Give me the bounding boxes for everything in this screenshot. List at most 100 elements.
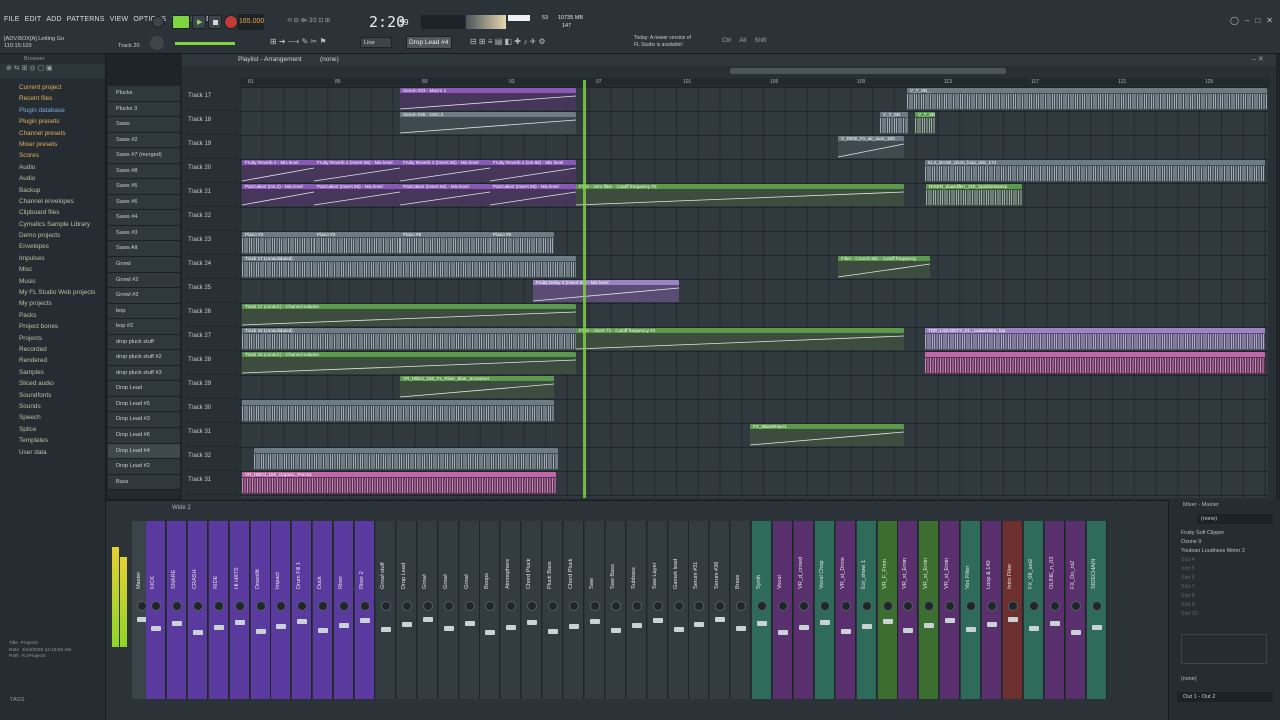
stereo-knob[interactable] — [631, 601, 642, 611]
playlist-clip[interactable]: RISER_downlifter_150_SpinkleSweep — [926, 184, 1022, 206]
mixer-strip[interactable]: Chord Pluck — [522, 521, 543, 699]
browser-item[interactable]: Splice — [0, 424, 105, 435]
channel-item[interactable]: Saws #8 — [108, 163, 180, 180]
volume-fader[interactable] — [987, 622, 997, 627]
stop-button[interactable] — [208, 15, 222, 29]
playlist-clip[interactable]: Track 18 (consolidated) — [242, 328, 576, 350]
browser-item[interactable]: Samples — [0, 367, 105, 378]
volume-fader[interactable] — [1049, 621, 1060, 626]
browser-item[interactable]: Soundfonts — [0, 390, 105, 401]
volume-fader[interactable] — [798, 625, 809, 630]
volume-fader[interactable] — [339, 623, 350, 628]
mixer-strip[interactable]: Serum #36 — [710, 521, 731, 699]
volume-fader[interactable] — [234, 620, 245, 625]
browser-item[interactable]: Recorded — [0, 344, 105, 355]
playlist-clip[interactable]: Fruity Reverb 2 - Mix level — [242, 160, 314, 182]
volume-fader[interactable] — [589, 619, 600, 624]
track-header[interactable]: Track 21 — [186, 183, 238, 207]
browser-item[interactable]: My projects — [0, 298, 105, 309]
playlist-clip[interactable]: TOP_LIQUIDITY_01 _casanostra_top — [925, 328, 1265, 350]
effect-slot[interactable]: Slot 8 — [1169, 592, 1280, 601]
track-header[interactable]: Track 32 — [186, 447, 238, 471]
browser-item[interactable]: Templates — [0, 435, 105, 446]
browser-item[interactable]: Mixer presets — [0, 139, 105, 150]
stereo-knob[interactable] — [945, 601, 956, 611]
effect-slot[interactable]: Ozone 9 — [1169, 538, 1280, 547]
mixer-strip[interactable]: KICK — [146, 521, 166, 699]
playlist-grid[interactable]: Serum #23 - Macro 1 V_T_SB_ Serum #26 - OS… — [240, 87, 1268, 498]
timeline-ruler[interactable]: 81 85 89 93 97 101 105 109 113 117 121 125 — [240, 78, 1270, 87]
mixer-strip[interactable]: FX_Do_nt2 — [1065, 521, 1086, 699]
volume-fader[interactable] — [276, 624, 287, 629]
track-header[interactable]: Track 26 — [186, 303, 238, 327]
track-header[interactable]: Track 20 — [186, 159, 238, 183]
effect-slot[interactable]: Slot 6 — [1169, 574, 1280, 583]
browser-item[interactable]: Plugin presets — [0, 116, 105, 127]
playlist-clip[interactable] — [925, 352, 1265, 374]
channel-item[interactable]: drop pluck stuff — [108, 334, 180, 351]
browser-item[interactable]: Sounds — [0, 401, 105, 412]
channel-item[interactable]: Saws #3 — [108, 225, 180, 242]
stereo-knob[interactable] — [987, 601, 997, 611]
eq-select[interactable]: (none) — [1181, 676, 1197, 682]
channel-item[interactable]: drop pluck stuff #2 — [108, 350, 180, 366]
stereo-knob[interactable] — [506, 601, 517, 611]
stereo-knob[interactable] — [548, 601, 559, 611]
browser-item[interactable]: Sliced audio — [0, 378, 105, 389]
channel-item[interactable]: Drop Lead — [108, 381, 180, 397]
volume-fader[interactable] — [443, 626, 454, 631]
news-line2[interactable]: FL Studio is available! — [634, 42, 683, 48]
volume-fader[interactable] — [924, 623, 935, 628]
stereo-knob[interactable] — [736, 601, 747, 611]
volume-fader[interactable] — [694, 622, 705, 627]
news-line1[interactable]: Today: A newer version of — [634, 35, 691, 41]
browser-item[interactable]: Plugin database — [0, 105, 105, 116]
stereo-knob[interactable] — [840, 601, 851, 611]
effect-slot[interactable]: Slot 5 — [1169, 565, 1280, 574]
mixer-strip[interactable]: Loop & 140 — [982, 521, 1002, 699]
playlist-clip[interactable] — [242, 400, 554, 422]
volume-fader[interactable] — [171, 621, 182, 626]
volume-fader[interactable] — [506, 625, 517, 630]
browser-item[interactable]: Misc — [0, 264, 105, 275]
eq-graph[interactable] — [1181, 634, 1267, 664]
metronome-icon[interactable] — [152, 16, 164, 28]
stereo-knob[interactable] — [694, 601, 705, 611]
effect-slot[interactable]: Fruity Soft Clipper — [1169, 529, 1280, 538]
mixer-strip[interactable]: Drop Lead — [396, 521, 417, 699]
browser-item[interactable]: Music — [0, 276, 105, 287]
track-header[interactable]: Track 27 — [186, 327, 238, 351]
channel-item[interactable]: Saws — [108, 117, 180, 133]
channel-item[interactable]: Plucks — [108, 86, 180, 102]
playlist-clip[interactable]: Track 18 (consol.) - Channel volume — [242, 352, 576, 374]
mixer-strip[interactable]: FX_08_set2 — [1023, 521, 1044, 699]
stereo-knob[interactable] — [861, 601, 872, 611]
playlist-clip[interactable]: Track 17 (consolidated) — [242, 256, 576, 278]
track-header[interactable]: Track 24 — [186, 255, 238, 279]
browser-item[interactable]: Clipboard files — [0, 207, 105, 218]
menu-edit[interactable]: EDIT — [25, 16, 42, 23]
volume-fader[interactable] — [548, 629, 559, 634]
channel-item[interactable]: Drop Lead #2 — [108, 459, 180, 475]
playlist-clip[interactable]: V_T_SB_ — [907, 88, 1267, 110]
stereo-knob[interactable] — [1049, 601, 1060, 611]
mixer-strip[interactable]: Ext_shaw 1 — [856, 521, 877, 699]
volume-fader[interactable] — [192, 630, 203, 635]
menu-file[interactable]: FILE — [4, 16, 20, 23]
mixer-strip[interactable]: Synth — [752, 521, 773, 699]
mixer-strip[interactable]: Growl — [417, 521, 438, 699]
window-icons[interactable]: ⊟ ⊞ ≡ ▤ ◧ ✚ ♪ ✈ ⚙ — [470, 37, 546, 46]
mixer-strip[interactable]: OLINE_n_03 — [1044, 521, 1065, 699]
browser-item[interactable]: Audio — [0, 173, 105, 184]
volume-fader[interactable] — [255, 629, 266, 634]
volume-fader[interactable] — [652, 618, 663, 623]
channel-item[interactable]: Saws #4 — [108, 210, 180, 226]
mixer-strip[interactable]: Impact — [271, 521, 292, 699]
browser-item[interactable]: Cymatics Sample Library — [0, 219, 105, 230]
stereo-knob[interactable] — [464, 601, 475, 611]
stereo-knob[interactable] — [652, 601, 663, 611]
browser-item[interactable]: Envelopes — [0, 241, 105, 252]
playhead[interactable] — [583, 80, 586, 498]
effect-slot[interactable]: Slot 9 — [1169, 601, 1280, 610]
stereo-knob[interactable] — [213, 601, 224, 611]
